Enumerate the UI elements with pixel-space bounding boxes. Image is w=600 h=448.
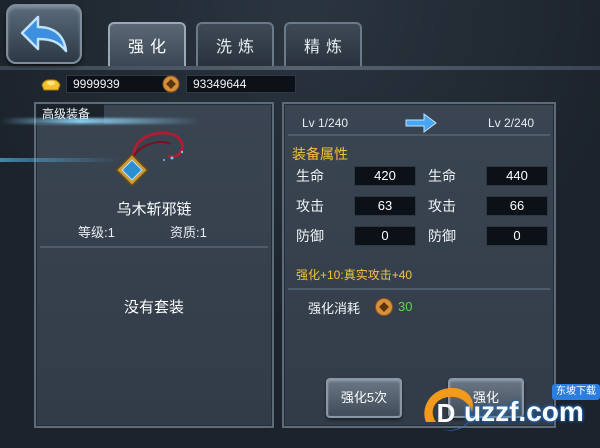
back-arrow-icon: [20, 15, 68, 53]
attr-atk-label: 攻击: [296, 198, 324, 214]
item-quality: 资质:1: [170, 225, 207, 240]
arrow-right-icon: [405, 113, 437, 133]
attr-def-next: 0: [486, 226, 548, 246]
set-status: 没有套装: [123, 299, 184, 316]
coin-amount: 93349644: [186, 75, 296, 93]
attr-hp-next: 440: [486, 166, 548, 186]
watermark-tag: 东坡下载: [552, 384, 600, 400]
cost-label: 强化消耗: [308, 301, 361, 316]
header-divider: [0, 66, 600, 70]
necklace-icon[interactable]: [112, 126, 194, 196]
coin-icon: [375, 298, 393, 316]
tab-enhance[interactable]: 强化: [108, 22, 186, 66]
attr-atk-next: 66: [486, 196, 548, 216]
attr-hp-next-label: 生命: [428, 168, 456, 184]
tab-refine-wash[interactable]: 洗炼: [196, 22, 274, 66]
item-panel-divider: [40, 246, 268, 248]
attr-def-next-label: 防御: [428, 228, 456, 244]
back-button[interactable]: [6, 4, 82, 64]
gold-currency: 9999939: [40, 74, 176, 94]
attr-hp-label: 生命: [296, 168, 324, 184]
coin-currency: 93349644: [160, 74, 296, 94]
next-level: Lv 2/240: [488, 116, 535, 130]
item-level: 等级:1: [78, 225, 115, 240]
coin-icon: [162, 75, 180, 93]
tab-refine[interactable]: 精炼: [284, 22, 362, 66]
cost-divider: [288, 288, 550, 290]
gold-ingot-icon: [41, 79, 61, 91]
svg-text:D: D: [437, 398, 456, 428]
attr-def-label: 防御: [296, 228, 324, 244]
enhance-5-button[interactable]: 强化5次: [326, 378, 402, 418]
watermark-text: uzzf.com: [464, 396, 584, 427]
attributes-title: 装备属性: [292, 146, 348, 162]
attr-atk-current: 63: [354, 196, 416, 216]
cost-value: 30: [398, 299, 413, 314]
level-divider: [288, 134, 550, 136]
current-level: Lv 1/240: [302, 116, 349, 130]
attr-atk-next-label: 攻击: [428, 198, 456, 214]
glow-streak-effect: [0, 118, 200, 124]
attr-def-current: 0: [354, 226, 416, 246]
site-watermark: D uzzf.com 东坡下载: [418, 376, 600, 446]
glow-streak-effect-2: [0, 158, 120, 162]
enhance-bonus: 强化+10:真实攻击+40: [296, 268, 413, 282]
attr-hp-current: 420: [354, 166, 416, 186]
item-name: 乌木斩邪链: [116, 201, 192, 218]
